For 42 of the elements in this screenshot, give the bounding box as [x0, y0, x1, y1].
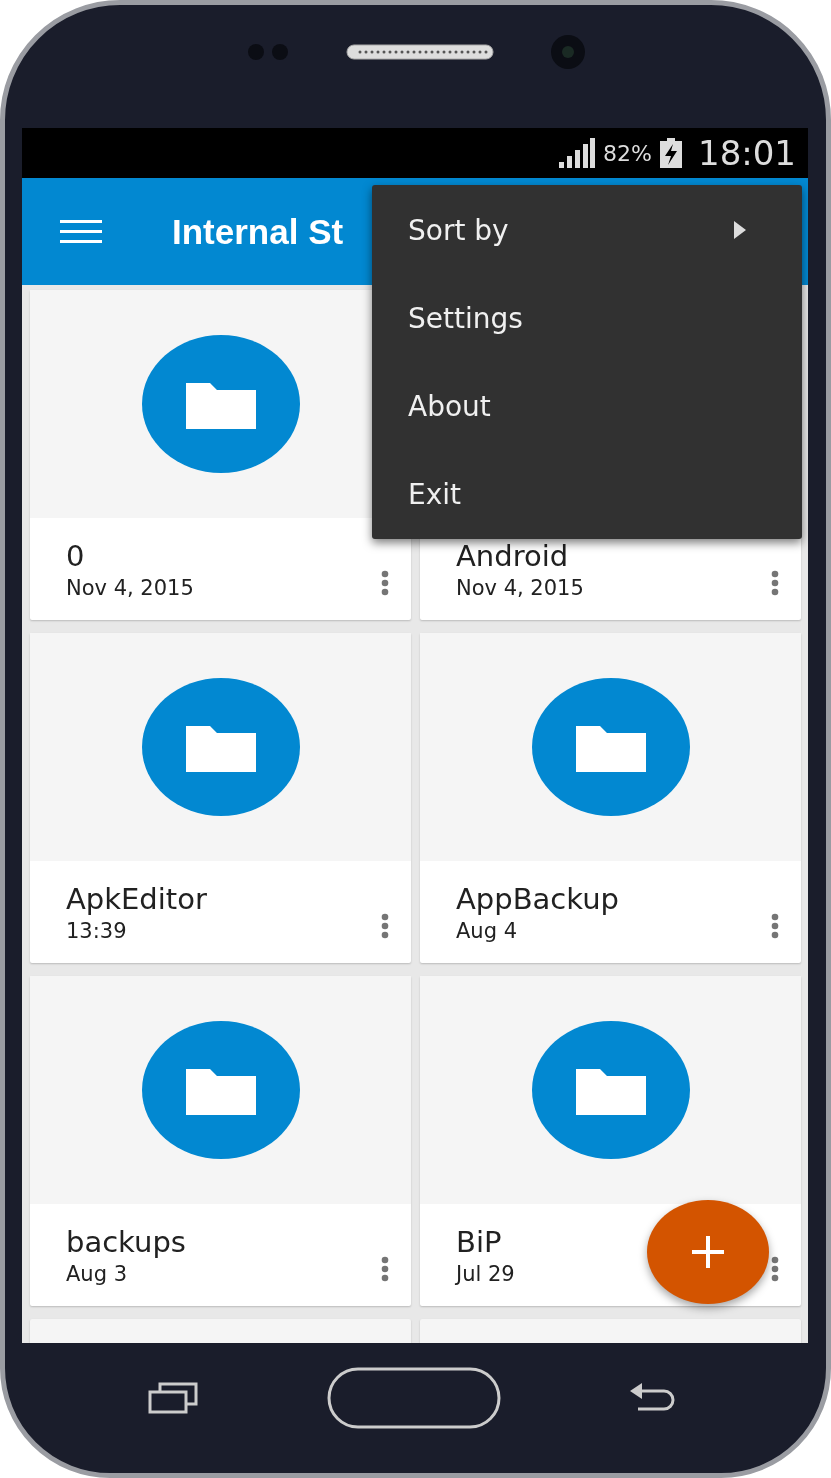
folder-date: Nov 4, 2015 [456, 575, 584, 602]
folder-card[interactable]: ApkEditor 13:39 [30, 633, 411, 963]
front-sensors-icon [245, 41, 290, 62]
folder-date: Nov 4, 2015 [66, 575, 194, 602]
battery-charging-icon [660, 138, 682, 168]
front-camera-icon [549, 33, 586, 70]
folder-date: Jul 29 [456, 1261, 515, 1288]
folder-name: ApkEditor [66, 881, 207, 917]
menu-item[interactable]: Sort by [372, 186, 802, 274]
submenu-arrow-icon [734, 221, 746, 239]
back-icon[interactable] [630, 1383, 676, 1413]
menu-icon [60, 218, 102, 245]
folder-name: BiP [456, 1224, 503, 1260]
folder-card[interactable]: BiP Jul 29 [420, 976, 801, 1306]
home-button-icon[interactable] [327, 1367, 501, 1429]
folder-icon [141, 1021, 300, 1159]
folder-icon [141, 335, 300, 473]
more-options-icon[interactable] [381, 913, 389, 939]
signal-icon [559, 138, 596, 168]
speaker-grille-icon [345, 43, 494, 60]
folder-icon [141, 678, 300, 816]
folder-card[interactable]: backups Aug 3 [30, 976, 411, 1306]
folder-name: backups [66, 1224, 186, 1260]
folder-card[interactable]: AppBackup Aug 4 [420, 633, 801, 963]
app-title: Internal St [172, 211, 344, 252]
more-options-icon[interactable] [381, 1256, 389, 1282]
more-options-icon[interactable] [771, 913, 779, 939]
folder-icon [531, 1021, 690, 1159]
more-options-icon[interactable] [381, 570, 389, 596]
folder-name: Android [456, 538, 570, 574]
recent-apps-icon[interactable] [148, 1382, 198, 1414]
folder-name: AppBackup [456, 881, 619, 917]
folder-icon [531, 678, 690, 816]
folder-date: Aug 4 [456, 918, 519, 945]
more-options-icon[interactable] [771, 570, 779, 596]
folder-date: Aug 3 [66, 1261, 129, 1288]
folder-date: 13:39 [66, 918, 128, 945]
status-time: 18:01 [698, 133, 796, 173]
folder-name: 0 [66, 538, 86, 574]
battery-percentage: 82% [603, 140, 652, 166]
more-options-icon[interactable] [771, 1256, 779, 1282]
plus-icon [692, 1236, 724, 1268]
